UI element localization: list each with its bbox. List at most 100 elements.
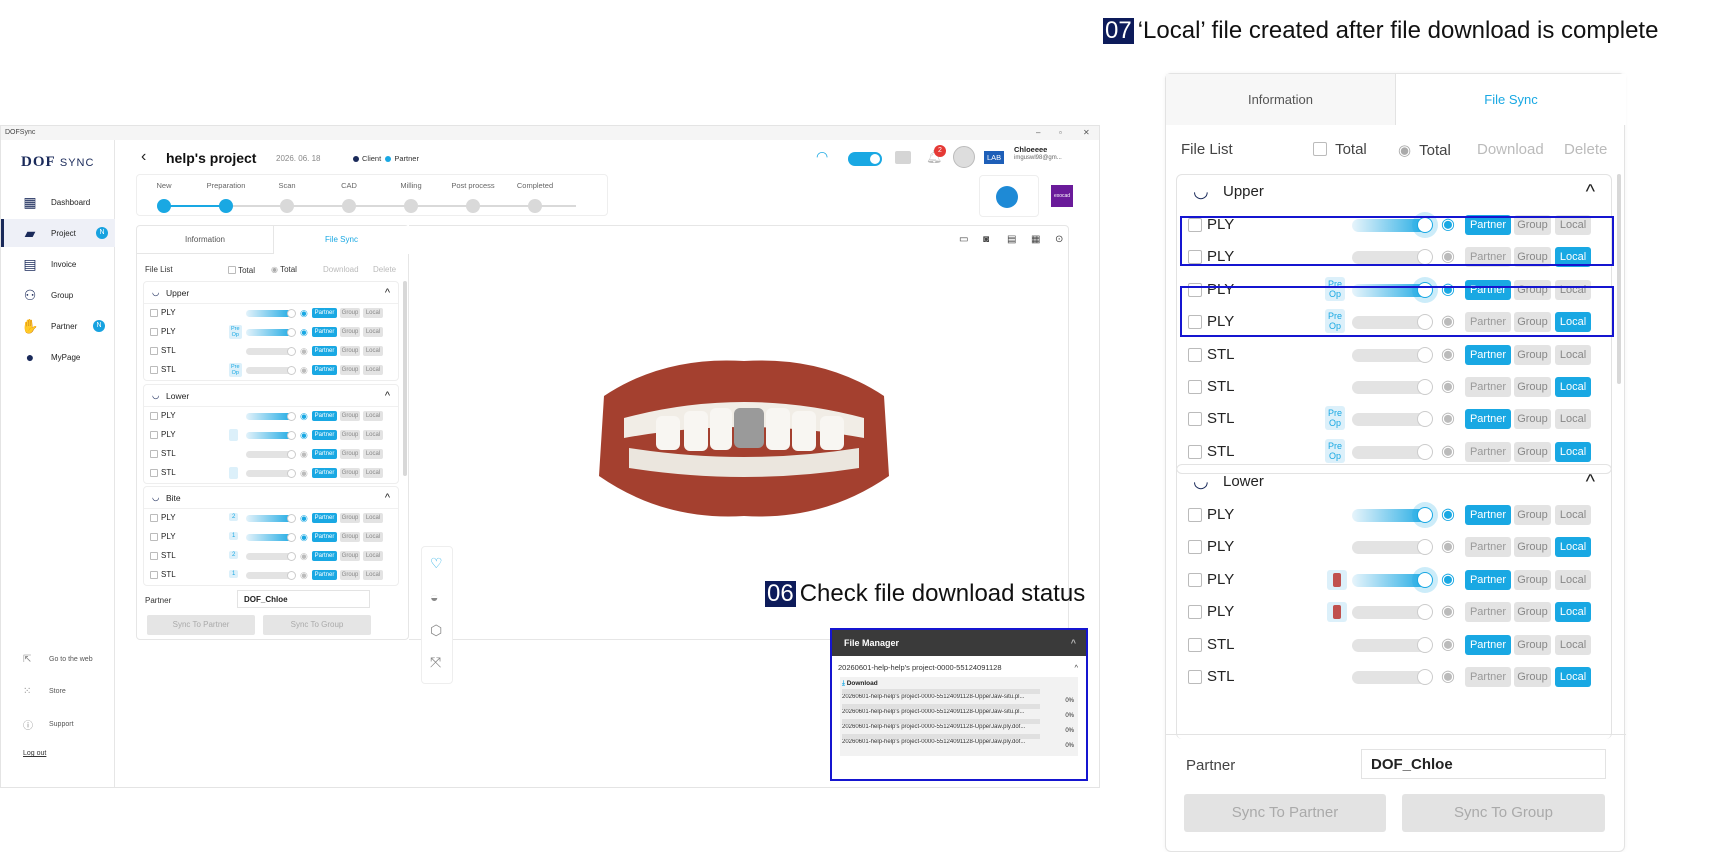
group-pill[interactable]: Group xyxy=(340,411,360,421)
group-pill[interactable]: Group xyxy=(1514,666,1551,687)
local-pill[interactable]: Local xyxy=(363,327,383,337)
local-pill[interactable]: Local xyxy=(363,346,383,356)
file-row[interactable]: PLY 2 ◉ Partner Group Local xyxy=(144,509,398,528)
partner-pill[interactable]: Partner xyxy=(312,551,337,561)
row-checkbox[interactable] xyxy=(150,309,158,317)
local-pill[interactable]: Local xyxy=(363,570,383,580)
row-checkbox[interactable] xyxy=(150,469,158,477)
file-row[interactable]: STL ◉ Partner Group Local xyxy=(144,445,398,464)
eye-icon[interactable]: ◉ xyxy=(300,430,308,441)
sync-to-group-button[interactable]: Sync To Group xyxy=(263,615,371,635)
eye-icon[interactable]: ◉ xyxy=(1441,601,1455,621)
eye-icon[interactable]: ◉ xyxy=(1441,504,1455,524)
row-checkbox[interactable] xyxy=(150,366,158,374)
group-pill[interactable]: Group xyxy=(1514,409,1551,430)
back-icon[interactable]: ‹ xyxy=(141,148,146,166)
eye-icon[interactable]: ◉ xyxy=(1441,666,1455,686)
row-checkbox[interactable] xyxy=(1188,540,1202,555)
slider-handle[interactable] xyxy=(1417,668,1433,685)
slider-handle[interactable] xyxy=(1417,411,1433,428)
download-button[interactable]: Download xyxy=(323,265,359,274)
slider-handle[interactable] xyxy=(287,469,296,478)
logout-link[interactable]: Log out xyxy=(23,750,46,757)
file-row[interactable]: STL ◉ Partner Group Local xyxy=(1177,371,1611,403)
slider-handle[interactable] xyxy=(1417,443,1433,460)
delete-button[interactable]: Delete xyxy=(1564,141,1607,158)
slider-handle[interactable] xyxy=(1417,346,1433,363)
partner-pill[interactable]: Partner xyxy=(1465,441,1511,462)
row-checkbox[interactable] xyxy=(150,328,158,336)
total-visibility[interactable]: ◉ Total xyxy=(271,265,297,274)
local-pill[interactable]: Local xyxy=(1555,537,1591,558)
scrollbar[interactable] xyxy=(1617,174,1621,384)
file-row[interactable]: STL ◉ Partner Group Local xyxy=(1177,629,1611,661)
group-pill[interactable]: Group xyxy=(340,327,360,337)
group-pill[interactable]: Group xyxy=(340,308,360,318)
file-row[interactable]: STL 2 ◉ Partner Group Local xyxy=(144,547,398,566)
slider-handle[interactable] xyxy=(287,552,296,561)
slider-handle[interactable] xyxy=(287,571,296,580)
file-row[interactable]: PLY ◉ Partner Group Local xyxy=(144,304,398,323)
partner-pill[interactable]: Partner xyxy=(312,365,337,375)
file-row[interactable]: STL Pre Op ◉ Partner Group Local xyxy=(1177,403,1611,435)
row-checkbox[interactable] xyxy=(1188,347,1202,362)
group-pill[interactable]: Group xyxy=(1514,602,1551,623)
group-pill[interactable]: Group xyxy=(340,346,360,356)
partner-pill[interactable]: Partner xyxy=(312,346,337,356)
sidebar-item-dashboard[interactable]: ▦ Dashboard xyxy=(1,188,115,216)
eye-icon[interactable]: ◉ xyxy=(300,551,308,562)
eye-icon[interactable]: ◉ xyxy=(300,570,308,581)
group-pill[interactable]: Group xyxy=(340,532,360,542)
delete-button[interactable]: Delete xyxy=(373,265,396,274)
file-row[interactable]: STL Pre Op ◉ Partner Group Local xyxy=(144,361,398,380)
close-icon[interactable]: ✕ xyxy=(1083,126,1090,140)
partner-pill[interactable]: Partner xyxy=(1465,344,1511,365)
slider-handle[interactable] xyxy=(287,328,296,337)
slider-handle[interactable] xyxy=(287,309,296,318)
scrollbar[interactable] xyxy=(403,281,407,476)
sidebar-item-partner[interactable]: ✋ Partner N xyxy=(1,312,115,340)
group-pill[interactable]: Group xyxy=(1514,634,1551,655)
row-checkbox[interactable] xyxy=(1188,444,1202,459)
eye-icon[interactable]: ◉ xyxy=(1441,634,1455,654)
local-pill[interactable]: Local xyxy=(1555,376,1591,397)
slider-handle[interactable] xyxy=(1417,539,1433,556)
row-checkbox[interactable] xyxy=(150,347,158,355)
slider-handle[interactable] xyxy=(287,450,296,459)
file-row[interactable]: PLY ◉ Partner Group Local xyxy=(1177,531,1611,563)
sync-to-partner-button[interactable]: Sync To Partner xyxy=(1184,794,1386,832)
file-row[interactable]: PLY ◉ Partner Group Local xyxy=(1177,596,1611,628)
group-pill[interactable]: Group xyxy=(340,513,360,523)
group-pill[interactable]: Group xyxy=(1514,537,1551,558)
axis-icon[interactable]: ⤧ xyxy=(430,654,441,671)
partner-pill[interactable]: Partner xyxy=(312,411,337,421)
partner-pill[interactable]: Partner xyxy=(1465,409,1511,430)
eye-icon[interactable]: ◉ xyxy=(300,365,308,376)
minimize-icon[interactable]: – xyxy=(1036,126,1040,140)
slider-handle[interactable] xyxy=(287,347,296,356)
total-visibility[interactable]: ◉ Total xyxy=(1398,141,1451,159)
partner-pill[interactable]: Partner xyxy=(312,308,337,318)
eye-icon[interactable]: ◉ xyxy=(1441,408,1455,428)
row-checkbox[interactable] xyxy=(1188,637,1202,652)
row-checkbox[interactable] xyxy=(150,412,158,420)
local-pill[interactable]: Local xyxy=(363,308,383,318)
partner-field[interactable]: DOF_Chloe xyxy=(1361,749,1606,779)
row-checkbox[interactable] xyxy=(1188,379,1202,394)
eye-icon[interactable]: ◉ xyxy=(1441,344,1455,364)
support-link[interactable]: ⓘ Support xyxy=(23,717,74,732)
slider-handle[interactable] xyxy=(1417,378,1433,395)
group-pill[interactable]: Group xyxy=(340,551,360,561)
local-pill[interactable]: Local xyxy=(1555,344,1591,365)
sync-to-partner-button[interactable]: Sync To Partner xyxy=(147,615,255,635)
partner-pill[interactable]: Partner xyxy=(1465,376,1511,397)
local-pill[interactable]: Local xyxy=(363,449,383,459)
local-pill[interactable]: Local xyxy=(363,551,383,561)
slider-handle[interactable] xyxy=(1417,507,1433,523)
local-pill[interactable]: Local xyxy=(1555,602,1591,623)
eye-icon[interactable]: ◉ xyxy=(1441,376,1455,396)
eye-icon[interactable]: ◉ xyxy=(300,327,308,338)
slider-handle[interactable] xyxy=(1417,571,1433,588)
row-checkbox[interactable] xyxy=(150,533,158,541)
slider-handle[interactable] xyxy=(287,431,296,440)
